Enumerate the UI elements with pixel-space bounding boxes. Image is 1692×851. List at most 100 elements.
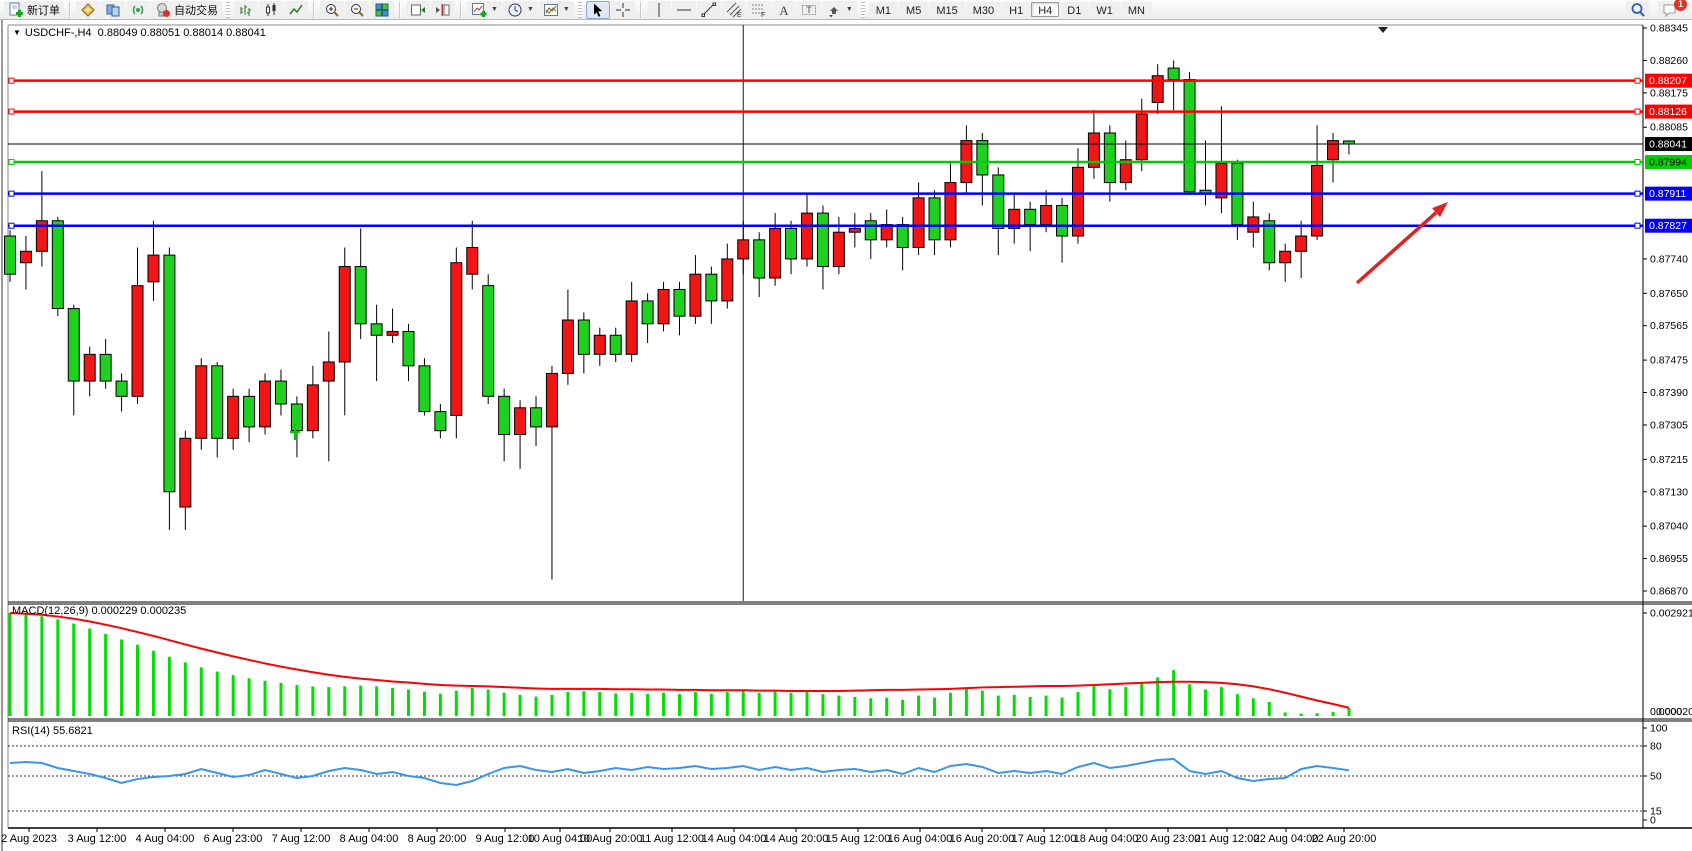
price-tick-label: 0.88175 (1650, 87, 1688, 99)
candle-bear (499, 396, 510, 434)
vertical-line-tool-button[interactable] (647, 1, 671, 19)
macd-bar (853, 697, 856, 716)
trendline-tool-button[interactable] (697, 1, 721, 19)
indicators-button[interactable]: ▼ (539, 1, 574, 19)
new-chart-button[interactable]: ▼ (467, 1, 502, 19)
auto-trading-button[interactable]: 自动交易 (151, 1, 222, 19)
chart-shift-button[interactable] (431, 1, 455, 19)
cursor-tool-button[interactable] (586, 1, 610, 19)
macd-bar (1045, 696, 1048, 716)
candle-bear (355, 267, 366, 324)
price-tick-label: 0.87740 (1650, 253, 1688, 265)
candle-bull (323, 362, 334, 381)
candle-bull (849, 228, 860, 232)
macd-bar (1332, 712, 1335, 716)
bar-chart-button[interactable] (234, 1, 258, 19)
macd-bar (694, 692, 697, 716)
price-badge-label: 0.88207 (1649, 75, 1687, 87)
chart-menu-triangle-icon[interactable]: ▼ (13, 28, 21, 37)
macd-bar (423, 692, 426, 716)
vertical-line-icon (651, 2, 667, 18)
time-axis-label: 9 Aug 12:00 (476, 833, 535, 845)
timeframe-H4[interactable]: H4 (1031, 2, 1059, 17)
profiles-button[interactable] (101, 1, 125, 19)
zoom-in-button[interactable] (320, 1, 344, 19)
text-label-tool-button[interactable]: T (797, 1, 821, 19)
rsi-scale-label: 80 (1650, 741, 1662, 753)
macd-bar (455, 691, 458, 716)
styles-button[interactable] (76, 1, 100, 19)
macd-bar (1140, 682, 1143, 716)
horizontal-line-tool-button[interactable] (672, 1, 696, 19)
candle-bull (307, 385, 318, 431)
macd-bar (232, 675, 235, 716)
tile-windows-button[interactable] (370, 1, 394, 19)
candle-bull (945, 183, 956, 240)
candle-bear (754, 240, 765, 278)
svg-text:A: A (779, 3, 789, 18)
crosshair-tool-button[interactable] (611, 1, 635, 19)
time-axis-label: 18 Aug 04:00 (1074, 833, 1139, 845)
arrows-tool-button[interactable]: ▼ (822, 1, 857, 19)
bar-chart-icon (238, 2, 254, 18)
timeframe-MN[interactable]: MN (1121, 2, 1152, 17)
price-tick-label: 0.87130 (1650, 486, 1688, 498)
line-chart-icon (288, 2, 304, 18)
macd-bar (136, 645, 139, 716)
macd-bar (503, 693, 506, 716)
signals-button[interactable] (126, 1, 150, 19)
periods-button[interactable]: ▼ (503, 1, 538, 19)
candle-bear (100, 354, 111, 381)
candle-bear (706, 274, 717, 301)
macd-bar (327, 687, 330, 716)
macd-bar (917, 696, 920, 716)
line-chart-button[interactable] (284, 1, 308, 19)
candlestick-button[interactable] (259, 1, 283, 19)
macd-bar (869, 698, 872, 716)
new-order-label: 新订单 (27, 2, 60, 18)
timeframe-toolbar: M1M5M15M30H1H4D1W1MN (869, 2, 1152, 17)
candle-bear (291, 404, 302, 431)
chart-window[interactable]: 0.883450.882600.881750.880850.877400.876… (0, 20, 1692, 851)
timeframe-M1[interactable]: M1 (869, 2, 898, 17)
auto-scroll-button[interactable] (406, 1, 430, 19)
zoom-out-icon (349, 2, 365, 18)
macd-bar (72, 624, 75, 716)
macd-bar (1268, 702, 1271, 716)
zoom-out-button[interactable] (345, 1, 369, 19)
price-chart-canvas[interactable]: 0.883450.882600.881750.880850.877400.876… (0, 20, 1692, 851)
macd-bar (1300, 714, 1303, 716)
macd-bar (168, 657, 171, 716)
trendline-icon (701, 2, 717, 18)
macd-indicator-label: MACD(12,26,9) 0.000229 0.000235 (12, 605, 186, 617)
candle-bear (977, 141, 988, 175)
cursor-icon (590, 2, 606, 18)
macd-axis-top-label: 0.002921 (1650, 608, 1692, 620)
macd-bar (1076, 692, 1079, 716)
new-order-button[interactable]: 新订单 (4, 1, 64, 19)
fibonacci-icon: F (751, 2, 767, 18)
time-axis-label: 17 Aug 12:00 (1012, 833, 1077, 845)
macd-bar (375, 686, 378, 716)
macd-bar (24, 614, 27, 716)
timeframe-D1[interactable]: D1 (1060, 2, 1088, 17)
candle-bear (52, 221, 63, 309)
dropdown-caret-icon: ▼ (563, 6, 570, 13)
time-axis-label: 10 Aug 20:00 (578, 833, 643, 845)
dropdown-caret-icon: ▼ (491, 6, 498, 13)
search-button[interactable] (1626, 1, 1650, 19)
macd-bar (1188, 684, 1191, 716)
timeframe-M15[interactable]: M15 (929, 2, 964, 17)
timeframe-H1[interactable]: H1 (1002, 2, 1030, 17)
candle-bull (339, 267, 350, 362)
fibonacci-tool-button[interactable]: F (747, 1, 771, 19)
candle-bull (387, 331, 398, 335)
text-tool-button[interactable]: A (772, 1, 796, 19)
notifications-button[interactable]: 1 (1658, 1, 1682, 19)
text-icon: A (776, 2, 792, 18)
equidistant-channel-tool-button[interactable]: E (722, 1, 746, 19)
timeframe-M5[interactable]: M5 (899, 2, 928, 17)
toolbar-separator (399, 2, 401, 18)
timeframe-M30[interactable]: M30 (966, 2, 1001, 17)
timeframe-W1[interactable]: W1 (1089, 2, 1120, 17)
